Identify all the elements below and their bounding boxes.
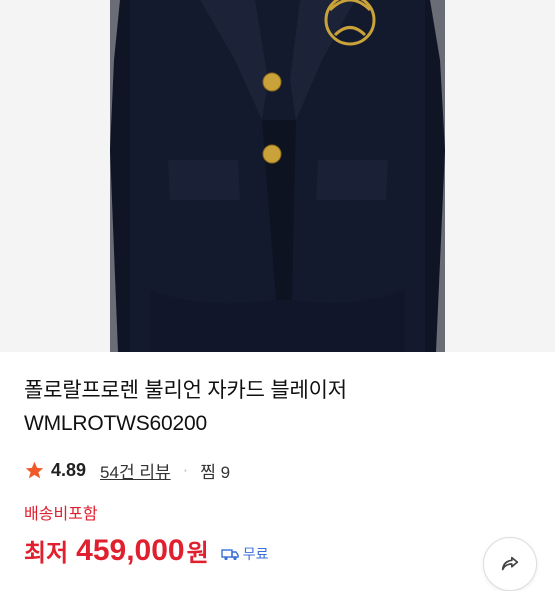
star-icon bbox=[25, 461, 44, 478]
rating-score: 4.89 bbox=[51, 459, 87, 480]
price-value: 459,000 bbox=[76, 534, 185, 567]
product-image[interactable] bbox=[0, 0, 555, 352]
share-button[interactable] bbox=[483, 537, 537, 591]
blazer-photo bbox=[0, 0, 555, 352]
separator: · bbox=[182, 460, 189, 479]
blazer-button-bottom bbox=[262, 144, 282, 164]
price-row: 최저 459,000 원 무료 bbox=[24, 534, 268, 568]
product-info: 폴로랄프로렌 불리언 자카드 블레이저 WMLROTWS60200 4.89 5… bbox=[0, 352, 555, 591]
reviews-link[interactable]: 54건 리뷰 bbox=[100, 458, 171, 483]
blazer-button-top bbox=[262, 72, 282, 92]
shipping-included-note: 배송비포함 bbox=[24, 506, 98, 523]
free-shipping-badge: 무료 bbox=[221, 544, 269, 564]
price-unit: 원 bbox=[186, 540, 209, 567]
free-shipping-label: 무료 bbox=[242, 546, 269, 562]
share-icon bbox=[501, 556, 519, 571]
wish-count: 찜 9 bbox=[200, 462, 231, 482]
price-label: 최저 bbox=[24, 540, 69, 567]
truck-icon bbox=[221, 549, 239, 561]
rating-row: 4.89 54건 리뷰 · 찜 9 bbox=[24, 458, 230, 482]
product-title: 폴로랄프로렌 불리언 자카드 블레이저 WMLROTWS60200 bbox=[24, 379, 347, 435]
